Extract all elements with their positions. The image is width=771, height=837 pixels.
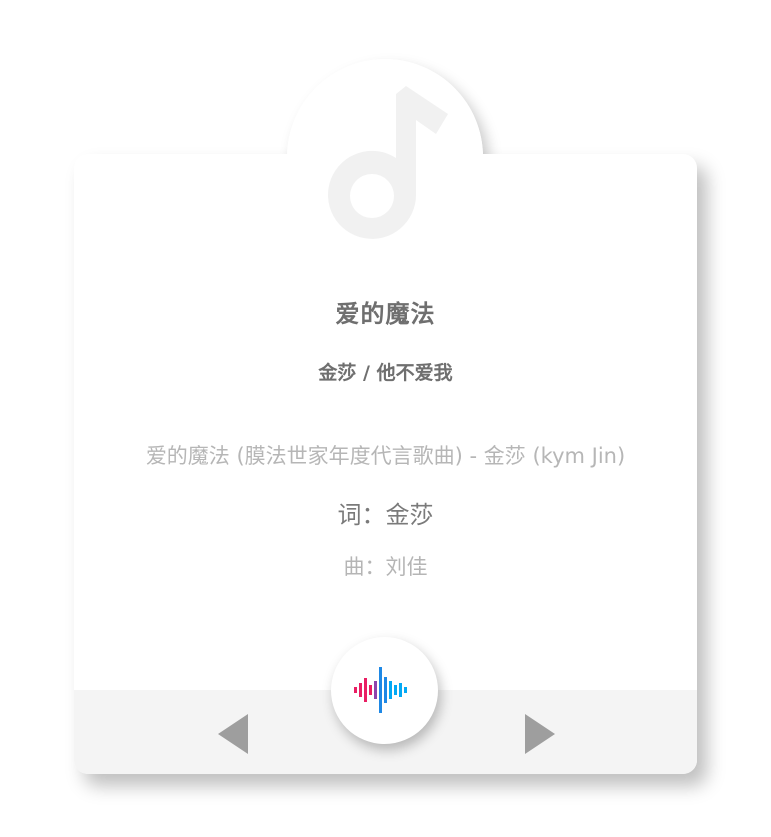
previous-triangle-icon	[218, 714, 248, 754]
lyric-line: 爱的魔法 (膜法世家年度代言歌曲) - 金莎 (kym Jin)	[145, 444, 626, 468]
play-button[interactable]	[331, 637, 438, 744]
audio-waveform-icon	[354, 667, 407, 713]
song-title: 爱的魔法	[335, 300, 436, 328]
next-triangle-icon	[525, 714, 555, 754]
music-player: 爱的魔法 金莎 / 他不爱我 爱的魔法 (膜法世家年度代言歌曲) - 金莎 (k…	[0, 0, 771, 837]
lyric-line-current: 词：金莎	[337, 501, 434, 529]
previous-button[interactable]	[214, 710, 254, 758]
music-note-icon	[328, 86, 448, 239]
lyric-line: 曲：刘佳	[343, 555, 428, 579]
next-button[interactable]	[519, 710, 559, 758]
song-artist: 金莎 / 他不爱我	[318, 362, 453, 384]
